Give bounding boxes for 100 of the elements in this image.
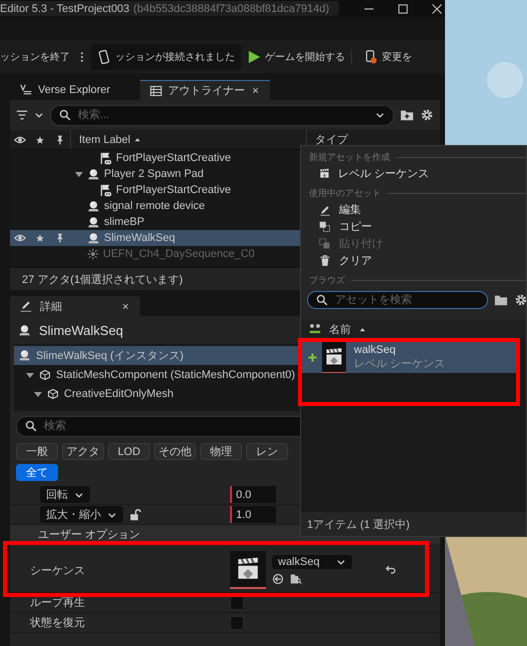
- property-label: ループ再生: [29, 596, 86, 610]
- property-label: 状態を復元: [29, 616, 86, 630]
- actor-label: FortPlayerStartCreative: [116, 184, 231, 196]
- actor-label: slimeBP: [104, 216, 144, 228]
- star-icon: [35, 134, 45, 144]
- close-icon[interactable]: [251, 86, 260, 95]
- flag-gamepad-icon: [99, 184, 112, 196]
- actor-label: FortPlayerStartCreative: [116, 152, 231, 164]
- clapperboard-icon: [319, 168, 330, 179]
- checkbox[interactable]: [230, 616, 244, 630]
- mesh-cube-icon: [47, 388, 59, 400]
- pin-icon: [55, 134, 65, 146]
- maximize-icon[interactable]: [397, 2, 409, 14]
- filter-button[interactable]: レン: [246, 443, 288, 460]
- component-label: StaticMeshComponent (StaticMeshComponent0): [56, 368, 296, 380]
- search-input[interactable]: 検索...: [76, 108, 370, 122]
- settings-icon[interactable]: [514, 293, 527, 307]
- filter-button[interactable]: その他: [154, 443, 196, 460]
- expander-arrow-icon[interactable]: [75, 170, 83, 178]
- details-tab[interactable]: 詳細: [40, 298, 62, 314]
- number-field[interactable]: 0.0: [230, 486, 276, 503]
- settings-icon[interactable]: [420, 108, 434, 122]
- actor-label: UEFN_Ch4_DaySequence_C0: [103, 248, 255, 260]
- pin-icon: [55, 232, 65, 244]
- phone-upload-icon: [364, 50, 378, 64]
- start-game-button[interactable]: ゲームを開始する: [244, 50, 348, 64]
- outliner-icon: [150, 84, 162, 96]
- visibility-icon: [14, 232, 26, 244]
- end-session-button[interactable]: ッションを終了: [0, 50, 73, 64]
- star-icon: [35, 233, 45, 243]
- asset-thumbnail[interactable]: [230, 551, 266, 589]
- type-filter-icon: [309, 323, 321, 335]
- column-header[interactable]: 名前: [329, 322, 351, 336]
- asset-dropdown[interactable]: walkSeq: [272, 555, 352, 569]
- push-changes-button[interactable]: 変更を: [351, 50, 415, 64]
- session-status-button[interactable]: ッションが接続されました: [91, 44, 241, 70]
- filter-button[interactable]: 全て: [16, 464, 58, 481]
- transform-dropdown[interactable]: 回転: [40, 486, 90, 503]
- browse-arrow-icon[interactable]: [272, 573, 284, 585]
- plus-icon: [307, 352, 318, 362]
- component-label: SlimeWalkSeq (インスタンス): [36, 349, 184, 363]
- close-icon[interactable]: [431, 2, 443, 14]
- search-icon: [59, 109, 71, 121]
- actor-label: signal remote device: [104, 200, 205, 212]
- pencil-icon: [20, 300, 32, 312]
- menu-section-heading: ブラウズ: [309, 274, 345, 287]
- folder-search-icon[interactable]: [290, 573, 302, 585]
- paste-icon: [319, 238, 331, 250]
- filter-button[interactable]: アクタ: [62, 443, 104, 460]
- play-icon: [247, 50, 261, 64]
- mesh-cube-icon: [39, 368, 51, 380]
- menu-section-heading: 使用中のアセット: [309, 187, 381, 200]
- sort-up-icon: [134, 136, 142, 143]
- number-field[interactable]: 1.0: [230, 506, 276, 523]
- search-field[interactable]: 検索...: [50, 104, 394, 126]
- transform-dropdown[interactable]: 拡大・縮小: [40, 506, 123, 523]
- menu-item[interactable]: クリア: [301, 252, 526, 269]
- filter-button[interactable]: 物理: [200, 443, 242, 460]
- asset-name: walkSeq: [354, 344, 397, 356]
- search-input[interactable]: アセットを検索: [333, 293, 479, 307]
- section-title: ユーザー オプション: [38, 528, 140, 542]
- filter-button[interactable]: LOD: [108, 443, 150, 460]
- search-icon: [316, 294, 328, 306]
- search-input[interactable]: 検索: [42, 419, 425, 433]
- sphere-pedestal-icon: [87, 168, 100, 180]
- filter-icon[interactable]: [16, 109, 28, 121]
- sort-up-icon: [359, 326, 366, 332]
- asset-search-field[interactable]: アセットを検索: [307, 291, 488, 309]
- add-folder-icon[interactable]: [400, 108, 414, 122]
- sphere-pedestal-icon: [18, 349, 31, 362]
- panel-tab[interactable]: アウトライナー: [140, 80, 270, 100]
- menu-item[interactable]: レベル シーケンス: [301, 165, 526, 182]
- project-id: (b4b553dc38884f73a088bf81dca7914d): [133, 2, 330, 14]
- expander-arrow-icon[interactable]: [34, 390, 42, 398]
- folder-icon[interactable]: [494, 293, 508, 307]
- property-label: シーケンス: [29, 564, 86, 578]
- reset-arrow-icon[interactable]: [385, 564, 397, 576]
- actor-title: SlimeWalkSeq: [39, 322, 124, 338]
- actor-label: SlimeWalkSeq: [104, 232, 176, 244]
- component-label: CreativeEditOnlyMesh: [64, 388, 174, 400]
- column-header[interactable]: Item Label: [70, 130, 142, 149]
- menu-section-heading: 新規アセットを作成: [309, 151, 390, 164]
- clapperboard-icon: [324, 346, 344, 366]
- sphere-pedestal-icon: [87, 232, 100, 244]
- component-row[interactable]: CreativeEditOnlyMesh: [14, 384, 436, 403]
- menu-item[interactable]: 編集: [301, 201, 526, 218]
- expander-arrow-icon[interactable]: [26, 370, 34, 378]
- sphere-pedestal-icon: [87, 200, 100, 212]
- unlocked-padlock-icon[interactable]: [129, 508, 141, 520]
- sun-icon: [87, 248, 99, 260]
- window-title: Editor 5.3 - TestProject003: [0, 2, 130, 14]
- copy-icon: [319, 220, 331, 232]
- filter-button[interactable]: 一般: [16, 443, 58, 460]
- panel-tab[interactable]: Verse Explorer: [10, 80, 140, 100]
- phone-icon: [97, 50, 111, 64]
- clapperboard-icon: [235, 556, 261, 582]
- sphere-pedestal-icon: [87, 216, 100, 228]
- close-icon[interactable]: [121, 302, 130, 310]
- pencil-icon: [319, 204, 331, 216]
- asset-row[interactable]: walkSeq レベル シーケンス: [301, 341, 516, 373]
